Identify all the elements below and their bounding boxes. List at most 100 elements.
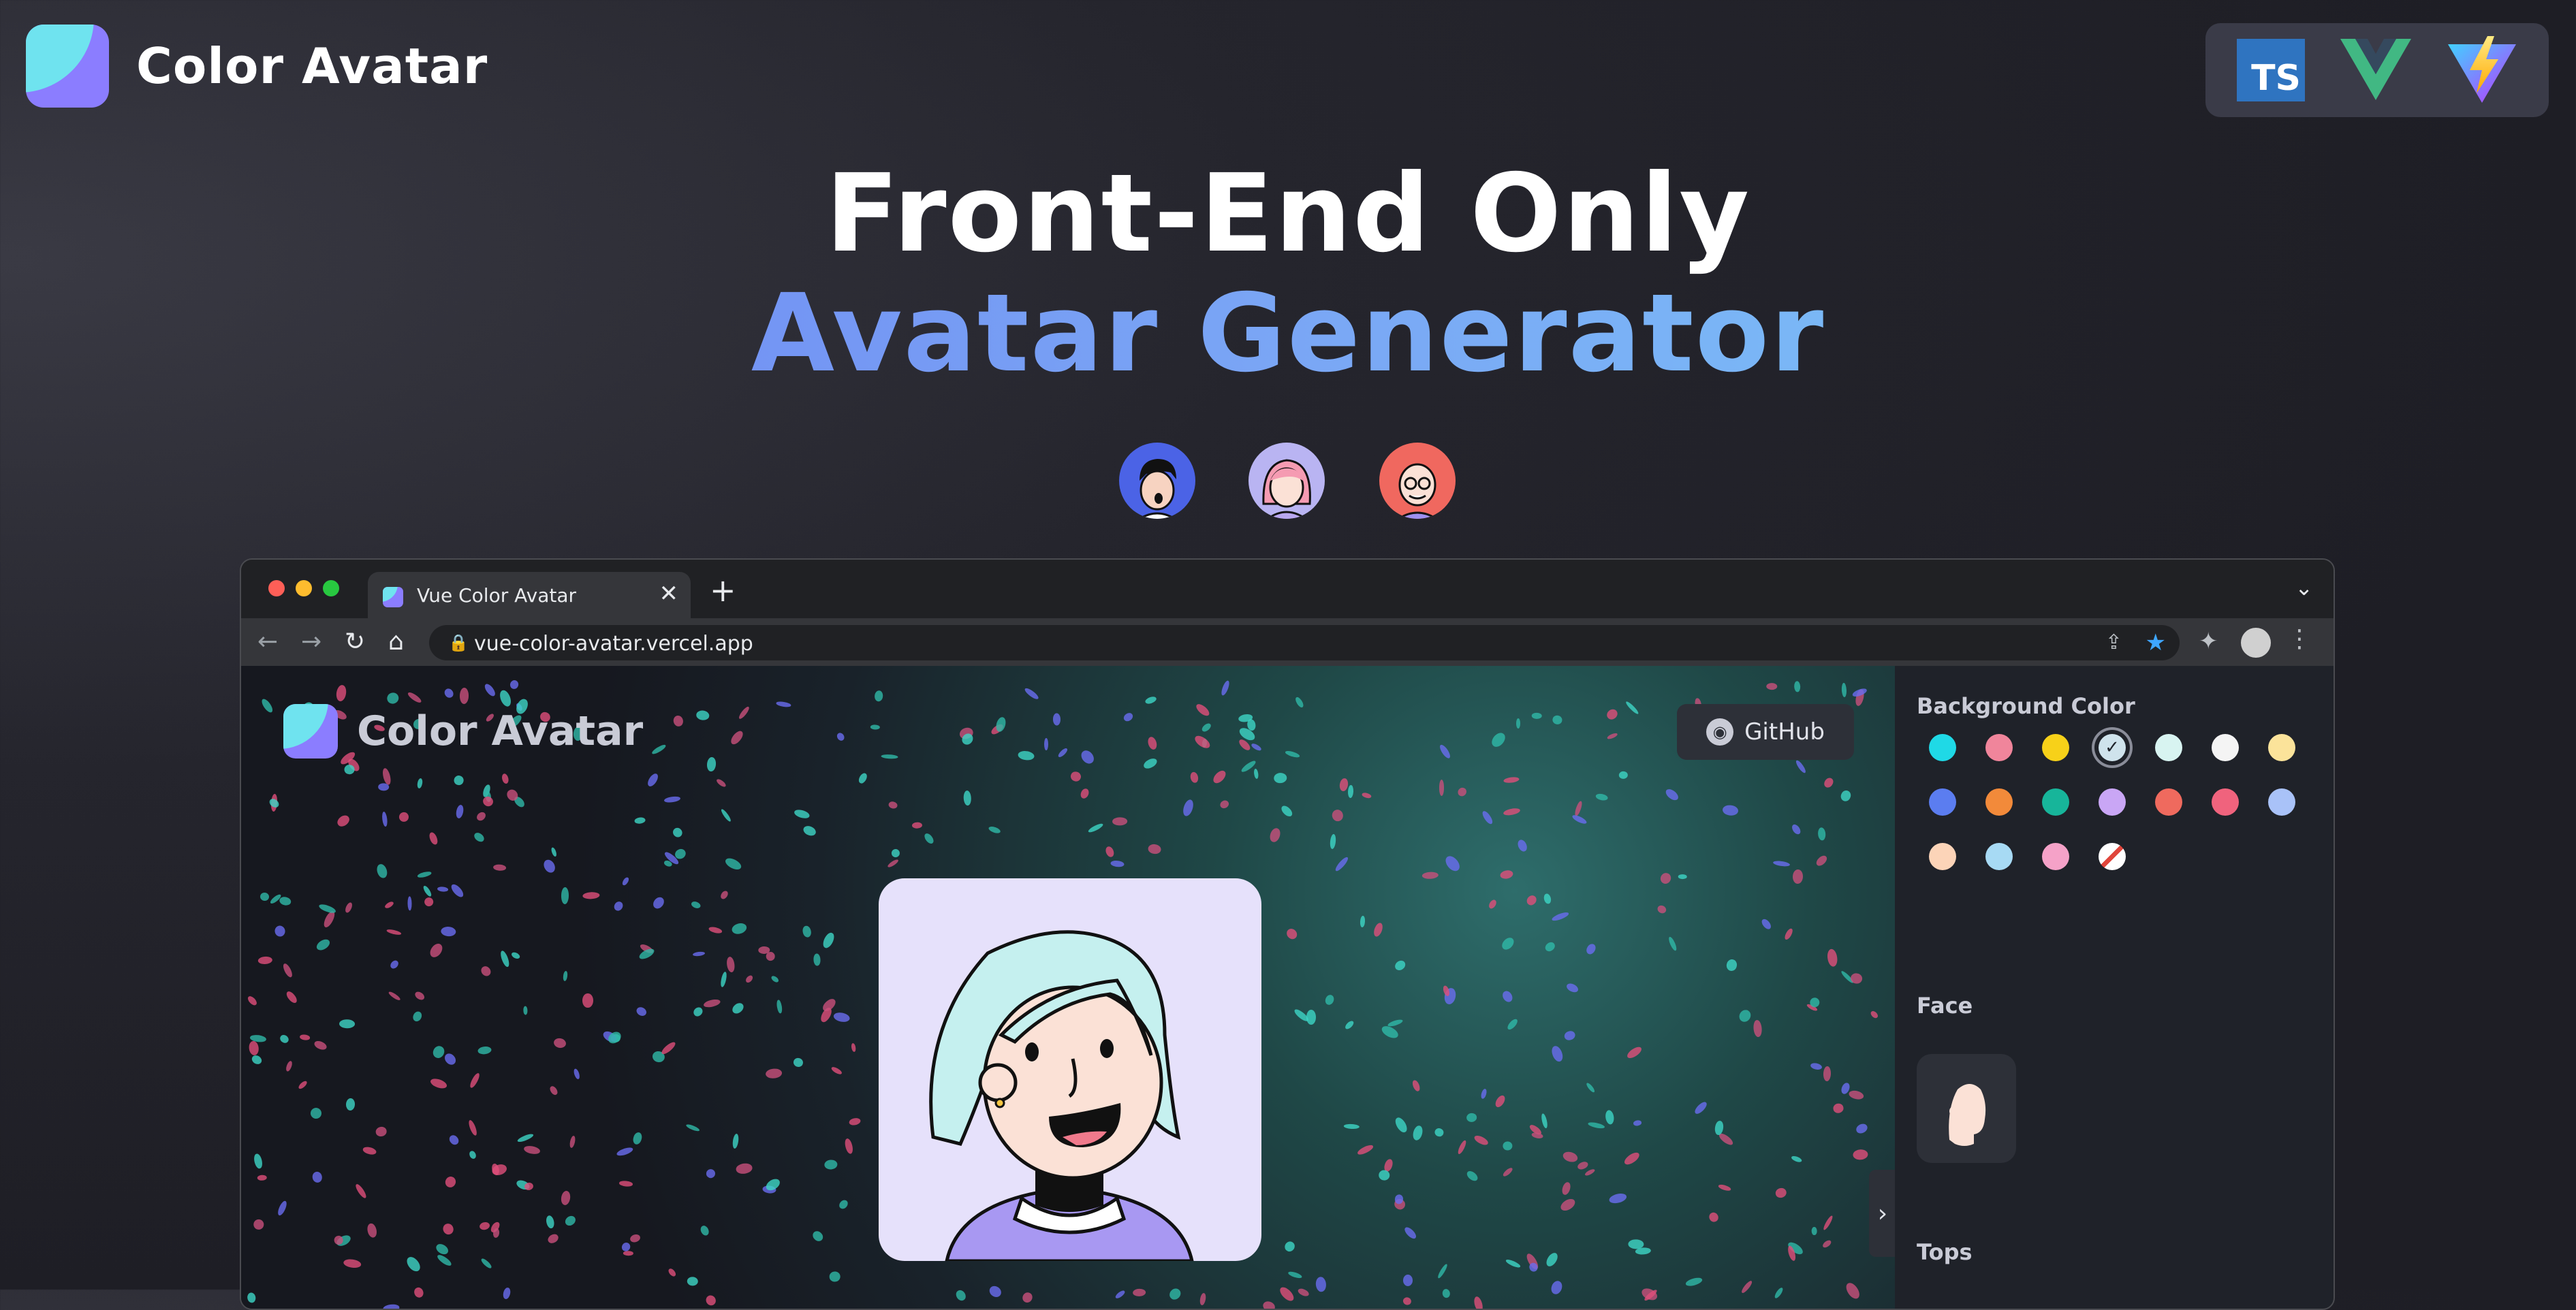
face-option[interactable] [1917,1054,2016,1163]
confetti-piece [1667,936,1678,952]
confetti-piece [693,950,706,957]
confetti-piece [1604,1109,1615,1125]
color-swatch[interactable] [2268,788,2295,816]
browser-menu-icon[interactable]: ⋮ [2287,625,2312,653]
color-swatch[interactable] [1985,788,2013,816]
tab-favicon-icon [383,587,403,607]
confetti-piece [1790,1154,1803,1164]
home-icon[interactable]: ⌂ [388,628,404,656]
browser-tab[interactable]: Vue Color Avatar ✕ [368,572,691,620]
confetti-piece [1480,1087,1488,1100]
confetti-piece [1505,1017,1520,1032]
confetti-piece [480,1257,493,1270]
sample-avatar-1 [1119,443,1195,519]
confetti-piece [1551,911,1570,923]
confetti-piece [1774,1186,1788,1199]
color-swatch[interactable]: ✓ [2099,734,2126,761]
confetti-piece [388,990,402,1002]
confetti-piece [1268,827,1282,844]
confetti-piece [881,754,898,759]
confetti-piece [987,825,1001,835]
color-swatch[interactable] [2042,788,2069,816]
minimize-window-button[interactable] [296,580,312,596]
tab-search-chevron-icon[interactable]: ⌄ [2295,575,2313,601]
color-swatch[interactable] [2099,788,2126,816]
forward-icon[interactable]: → [301,628,321,656]
confetti-piece [1323,993,1336,1007]
new-tab-button[interactable]: + [710,572,736,609]
confetti-piece [738,705,751,720]
color-swatch[interactable] [1985,734,2013,761]
color-swatch[interactable] [2042,734,2069,761]
confetti-piece [297,1079,309,1091]
confetti-piece [1433,1127,1445,1138]
confetti-piece [687,1276,699,1286]
confetti-piece [1543,940,1557,953]
share-icon[interactable]: ⇪ [2105,630,2122,654]
color-swatch[interactable] [2212,734,2239,761]
color-swatch[interactable] [1929,734,1956,761]
confetti-piece [285,1060,294,1072]
confetti-piece [546,1232,560,1245]
confetti-piece [612,899,625,913]
github-button[interactable]: ◉ GitHub [1677,704,1854,760]
confetti-piece [1356,1143,1375,1157]
confetti-piece [911,822,922,829]
bookmark-star-icon[interactable]: ★ [2146,629,2166,656]
address-bar[interactable]: 🔒 vue-color-avatar.vercel.app ⇪ ★ [429,625,2180,660]
extensions-icon[interactable]: ✦ [2199,628,2218,655]
confetti-piece [443,686,456,700]
color-swatch[interactable] [2212,788,2239,816]
vite-icon [2448,36,2516,103]
confetti-piece [517,1132,535,1144]
tab-close-icon[interactable]: ✕ [659,580,679,607]
confetti-piece [427,831,439,846]
back-icon[interactable]: ← [257,628,278,656]
confetti-piece [802,925,813,938]
confetti-piece [397,810,411,824]
color-swatch[interactable] [2155,734,2182,761]
color-swatch[interactable] [2042,843,2069,870]
color-swatch[interactable] [1985,843,2013,870]
confetti-piece [1821,1239,1832,1249]
lock-icon[interactable]: 🔒 [448,633,469,652]
confetti-piece [891,848,901,859]
confetti-piece [313,1039,328,1052]
confetti-piece [472,831,486,844]
confetti-piece [1558,1196,1577,1213]
color-swatch[interactable] [2268,734,2295,761]
confetti-piece [1505,1258,1522,1269]
confetti-piece [1725,959,1738,972]
reload-icon[interactable]: ↻ [345,628,365,656]
collapse-sidebar-button[interactable]: › [1869,1170,1895,1257]
color-swatch[interactable] [1929,843,1956,870]
confetti-piece [311,1171,323,1184]
confetti-piece [770,974,781,984]
maximize-window-button[interactable] [323,580,339,596]
confetti-piece [848,1117,862,1126]
profile-avatar[interactable] [2241,628,2271,658]
confetti-piece [1550,1279,1564,1296]
brand: Color Avatar [26,25,488,108]
confetti-piece [257,1175,268,1181]
confetti-piece [719,889,730,901]
tech-badges: TS [2205,23,2549,117]
confetti-piece [793,808,811,820]
confetti-piece [468,1071,482,1089]
confetti-piece [279,895,292,906]
confetti-piece [1740,1279,1754,1295]
confetti-piece [335,684,347,703]
confetti-piece [467,1119,479,1137]
color-swatch[interactable] [1929,788,1956,816]
confetti-piece [704,1167,717,1180]
confetti-piece [1585,942,1598,956]
color-swatch[interactable] [2099,843,2126,870]
confetti-piece [1287,1270,1303,1279]
confetti-piece [1618,771,1628,780]
confetti-piece [1194,701,1212,718]
confetti-piece [1285,927,1300,942]
url-text[interactable]: vue-color-avatar.vercel.app [474,632,753,656]
tops-label: Tops [1917,1239,1973,1265]
close-window-button[interactable] [268,580,285,596]
color-swatch[interactable] [2155,788,2182,816]
